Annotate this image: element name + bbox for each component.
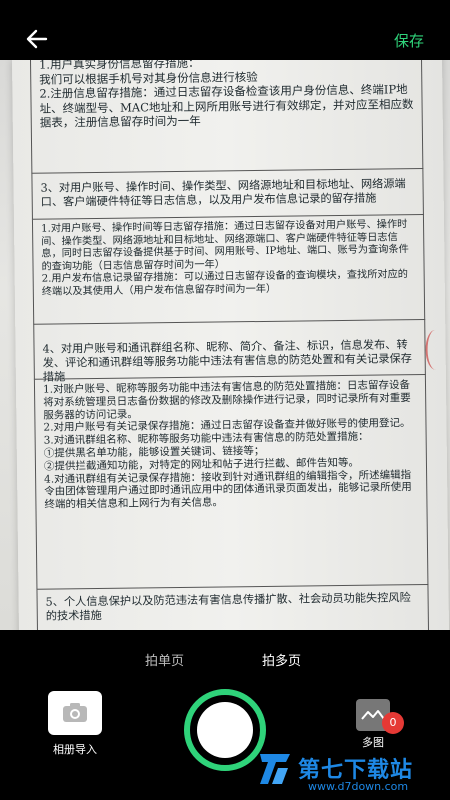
camera-preview: 1.用户真实身份信息留存措施： 我们可以根据手机号对其身份信息进行核验 2.注册… [0,60,450,630]
multi-count-badge: 0 [382,712,404,734]
tab-multi-page[interactable]: 拍多页 [262,650,301,669]
doc-block-3: 1.对用户账号、操作时间等日志留存措施：通过日志留存设备对用户账号、操作时间、操… [31,214,426,325]
album-import-button[interactable] [48,691,102,735]
brand-url: www.d7down.com [308,780,409,793]
album-import-label: 相册导入 [53,743,97,756]
camera-icon [63,703,87,722]
watermark: 第七下载站 www.d7down.com [256,748,450,800]
brand-logo-icon [260,754,290,784]
doc-block-2: 3、对用户账号、操作时间、操作类型、网络源地址和目标地址、网络源端口、客户端硬件… [31,168,424,220]
doc-block-4: 4、对用户账号和通讯群组名称、昵称、简介、备注、标识，信息发布、转发、评论和通讯… [33,319,426,384]
tab-single-page[interactable]: 拍单页 [145,650,184,669]
shutter-inner [197,702,253,758]
doc-block-1: 1.用户真实身份信息留存措施： 我们可以根据手机号对其身份信息进行核验 2.注册… [29,60,424,174]
red-stamp-edge [425,329,446,370]
document-paper: 1.用户真实身份信息留存措施： 我们可以根据手机号对其身份信息进行核验 2.注册… [12,60,450,630]
doc-block-6: 5、个人信息保护以及防范违法有害信息传播扩散、社会动员功能失控风险的技术措施 [36,584,430,630]
doc-block-5: 1.对账户账号、昵称等服务功能中违法有害信息的防范处置措施：日志留存设备将对系统… [33,374,429,590]
back-arrow-icon[interactable] [20,22,54,56]
shutter-button[interactable] [184,689,266,771]
save-button[interactable]: 保存 [394,30,424,51]
capture-mode-tabs: 拍单页 拍多页 [0,646,450,674]
